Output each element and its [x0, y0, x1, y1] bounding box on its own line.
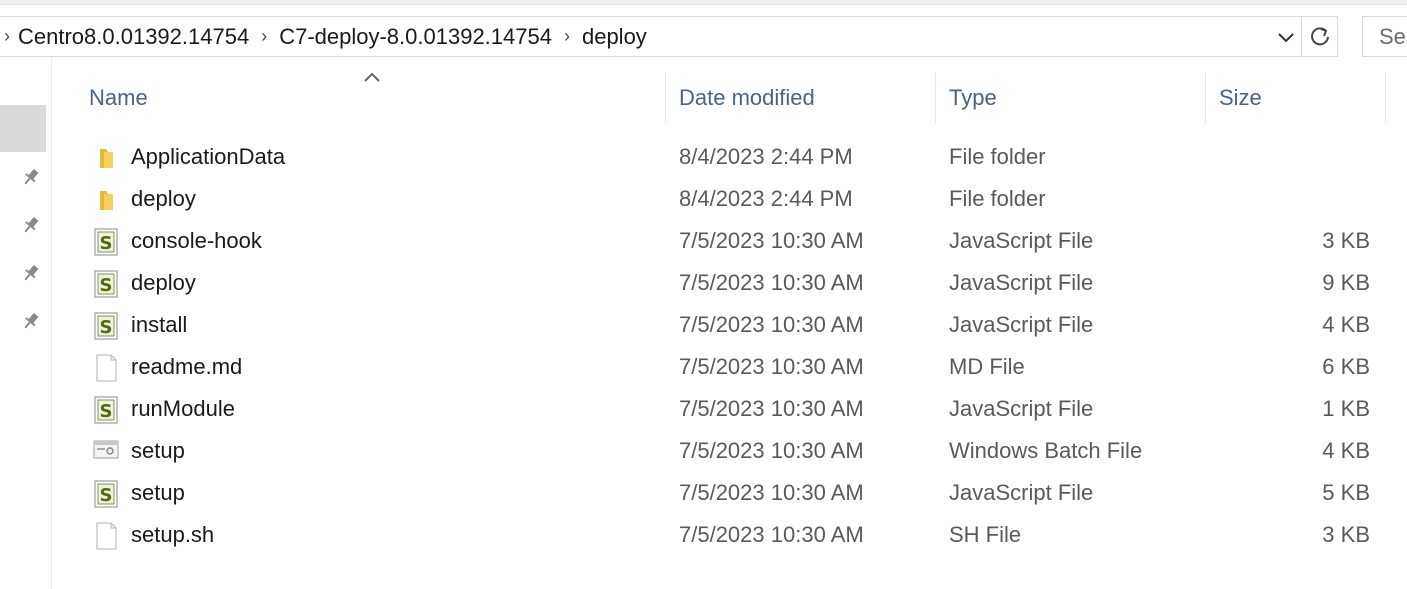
- file-date-modified: 7/5/2023 10:30 AM: [679, 396, 864, 421]
- column-divider[interactable]: [1205, 73, 1206, 123]
- svg-text:S: S: [100, 401, 113, 422]
- file-type: File folder: [949, 144, 1046, 169]
- file-size: 1 KB: [1322, 396, 1370, 421]
- blank-file-icon: [92, 522, 120, 550]
- column-divider[interactable]: [935, 73, 936, 123]
- file-date-modified: 7/5/2023 10:30 AM: [679, 312, 864, 337]
- search-input[interactable]: Sea: [1362, 16, 1407, 57]
- file-name[interactable]: runModule: [131, 388, 235, 430]
- svg-text:S: S: [100, 317, 113, 338]
- file-date-modified: 8/4/2023 2:44 PM: [679, 144, 853, 169]
- file-type: JavaScript File: [949, 396, 1094, 421]
- file-size: 3 KB: [1322, 522, 1370, 547]
- file-type: SH File: [949, 522, 1022, 547]
- file-name[interactable]: setup.sh: [131, 514, 214, 556]
- file-type: JavaScript File: [949, 480, 1094, 505]
- file-type: JavaScript File: [949, 270, 1094, 295]
- breadcrumb-item-deploy[interactable]: deploy: [578, 24, 651, 50]
- pin-icon[interactable]: [20, 262, 42, 284]
- file-size: 4 KB: [1322, 438, 1370, 463]
- breadcrumb-item-centro[interactable]: Centro8.0.01392.14754: [14, 24, 253, 50]
- file-row[interactable]: SrunModule 7/5/2023 10:30 AM JavaScript Fi…: [80, 388, 1380, 430]
- file-size: [1250, 136, 1370, 178]
- file-type: JavaScript File: [949, 228, 1094, 253]
- file-date-modified: 7/5/2023 10:30 AM: [679, 354, 864, 379]
- file-row[interactable]: Sinstall 7/5/2023 10:30 AM JavaScript File…: [80, 304, 1380, 346]
- file-size: 4 KB: [1322, 312, 1370, 337]
- pin-icon[interactable]: [20, 310, 42, 332]
- pin-icon[interactable]: [20, 166, 42, 188]
- javascript-file-icon: S: [92, 270, 120, 298]
- file-name[interactable]: setup: [131, 472, 185, 514]
- file-type: MD File: [949, 354, 1025, 379]
- file-size: 9 KB: [1322, 270, 1370, 295]
- file-row[interactable]: ApplicationData 8/4/2023 2:44 PM File fold…: [80, 136, 1380, 178]
- folder-icon: [92, 144, 120, 172]
- pin-icon[interactable]: [20, 214, 42, 236]
- blank-file-icon: [92, 354, 120, 382]
- file-date-modified: 7/5/2023 10:30 AM: [679, 270, 864, 295]
- window-top-edge: [0, 0, 1407, 5]
- javascript-file-icon: S: [92, 396, 120, 424]
- file-name[interactable]: install: [131, 304, 187, 346]
- column-header-size[interactable]: Size: [1219, 73, 1384, 123]
- column-divider[interactable]: [665, 73, 666, 123]
- file-date-modified: 7/5/2023 10:30 AM: [679, 438, 864, 463]
- breadcrumb-item-c7-deploy[interactable]: C7-deploy-8.0.01392.14754: [275, 24, 556, 50]
- svg-text:S: S: [100, 485, 113, 506]
- chevron-right-icon[interactable]: ›: [0, 26, 14, 47]
- file-row[interactable]: readme.md 7/5/2023 10:30 AM MD File 6 KB: [80, 346, 1380, 388]
- refresh-button[interactable]: [1302, 16, 1338, 57]
- file-size: 3 KB: [1322, 228, 1370, 253]
- file-type: JavaScript File: [949, 312, 1094, 337]
- file-date-modified: 7/5/2023 10:30 AM: [679, 480, 864, 505]
- column-header-name[interactable]: Name: [89, 73, 664, 123]
- file-size: [1250, 178, 1370, 220]
- file-name[interactable]: deploy: [131, 178, 196, 220]
- file-type: File folder: [949, 186, 1046, 211]
- column-divider[interactable]: [1385, 73, 1386, 123]
- file-row[interactable]: setup.sh 7/5/2023 10:30 AM SH File 3 KB: [80, 514, 1380, 556]
- file-name[interactable]: readme.md: [131, 346, 242, 388]
- column-header-date-modified[interactable]: Date modified: [679, 73, 934, 123]
- javascript-file-icon: S: [92, 228, 120, 256]
- file-row[interactable]: Sdeploy 7/5/2023 10:30 AM JavaScript File 9…: [80, 262, 1380, 304]
- file-row[interactable]: Ssetup 7/5/2023 10:30 AM JavaScript File 5 …: [80, 472, 1380, 514]
- file-type: Windows Batch File: [949, 438, 1143, 463]
- chevron-right-icon[interactable]: ›: [556, 26, 578, 47]
- navigation-pane[interactable]: [0, 57, 52, 589]
- address-bar[interactable]: › Centro8.0.01392.14754 › C7-deploy-8.0.…: [0, 16, 1302, 57]
- svg-text:S: S: [100, 275, 113, 296]
- file-size: 5 KB: [1322, 480, 1370, 505]
- batch-file-icon: [92, 438, 120, 466]
- file-name[interactable]: deploy: [131, 262, 196, 304]
- svg-text:S: S: [100, 233, 113, 254]
- javascript-file-icon: S: [92, 312, 120, 340]
- file-name[interactable]: setup: [131, 430, 185, 472]
- file-date-modified: 7/5/2023 10:30 AM: [679, 228, 864, 253]
- refresh-icon: [1310, 26, 1329, 45]
- file-row[interactable]: deploy 8/4/2023 2:44 PM File folder: [80, 178, 1380, 220]
- column-header-type[interactable]: Type: [949, 73, 1204, 123]
- file-name[interactable]: console-hook: [131, 220, 262, 262]
- folder-icon: [92, 186, 120, 214]
- chevron-right-icon[interactable]: ›: [253, 26, 275, 47]
- chevron-down-icon: [1278, 32, 1294, 42]
- file-row[interactable]: setup 7/5/2023 10:30 AM Windows Batch File…: [80, 430, 1380, 472]
- file-date-modified: 7/5/2023 10:30 AM: [679, 522, 864, 547]
- file-row[interactable]: Sconsole-hook 7/5/2023 10:30 AM JavaScript…: [80, 220, 1380, 262]
- file-name[interactable]: ApplicationData: [131, 136, 285, 178]
- address-history-dropdown[interactable]: [1271, 17, 1301, 56]
- file-date-modified: 8/4/2023 2:44 PM: [679, 186, 853, 211]
- file-size: 6 KB: [1322, 354, 1370, 379]
- javascript-file-icon: S: [92, 480, 120, 508]
- nav-selected-item[interactable]: [0, 105, 46, 152]
